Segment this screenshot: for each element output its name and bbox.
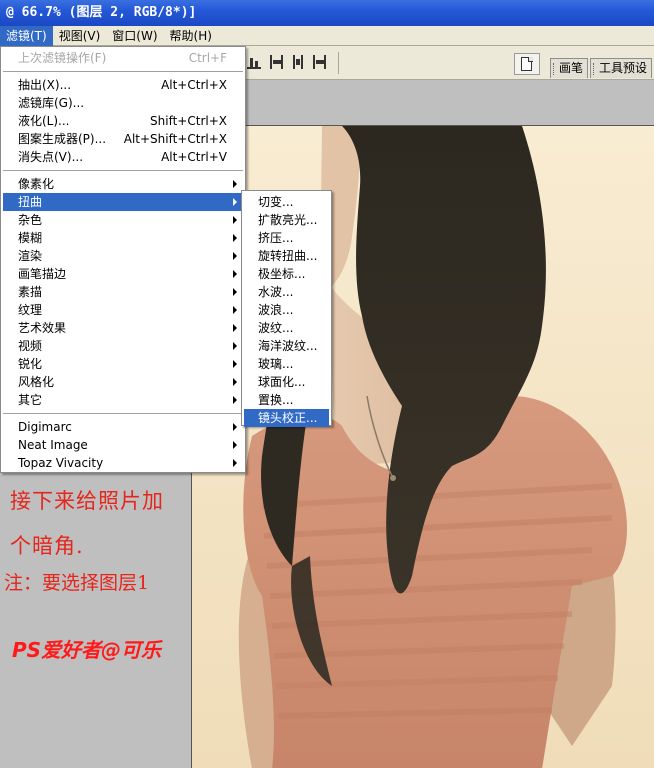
submenu-item-pinch[interactable]: 挤压... [244, 229, 329, 247]
distribute-center-icon[interactable] [290, 54, 306, 70]
submenu-arrow-icon [233, 441, 237, 449]
caption-line-3: 注：要选择图层1 [4, 572, 150, 594]
menu-item-video[interactable]: 视频 [3, 337, 243, 355]
submenu-arrow-icon [233, 198, 237, 206]
menu-item-stylize[interactable]: 风格化 [3, 373, 243, 391]
submenu-arrow-icon [233, 252, 237, 260]
submenu-item-displace[interactable]: 置换... [244, 391, 329, 409]
submenu-item-spherize[interactable]: 球面化... [244, 373, 329, 391]
menu-item-distort[interactable]: 扭曲 [3, 193, 243, 211]
author-signature: PS爱好者@可乐 [12, 638, 162, 662]
menu-item-blur[interactable]: 模糊 [3, 229, 243, 247]
submenu-item-ocean-ripple[interactable]: 海洋波纹... [244, 337, 329, 355]
menu-filter[interactable]: 滤镜(T) [0, 25, 53, 46]
menu-item-pixelate[interactable]: 像素化 [3, 175, 243, 193]
tab-tool-presets[interactable]: 工具预设 [590, 58, 653, 78]
submenu-item-lens-correction[interactable]: 镜头校正... [244, 409, 329, 427]
caption-line-2: 个暗角. [10, 534, 84, 558]
submenu-arrow-icon [233, 396, 237, 404]
menu-item-brush-strokes[interactable]: 画笔描边 [3, 265, 243, 283]
submenu-item-shear[interactable]: 切变... [244, 193, 329, 211]
menu-item-artistic[interactable]: 艺术效果 [3, 319, 243, 337]
submenu-arrow-icon [233, 360, 237, 368]
submenu-item-diffuse-glow[interactable]: 扩散亮光... [244, 211, 329, 229]
menu-item-sketch[interactable]: 素描 [3, 283, 243, 301]
submenu-item-wave[interactable]: 波浪... [244, 301, 329, 319]
window-title-bar: @ 66.7% (图层 2, RGB/8*)] [0, 0, 654, 26]
submenu-arrow-icon [233, 459, 237, 467]
menu-separator [3, 413, 243, 414]
menu-view[interactable]: 视图(V) [53, 26, 107, 46]
submenu-arrow-icon [233, 288, 237, 296]
align-bottom-icon[interactable] [246, 54, 262, 70]
menu-item-vanishing-point[interactable]: 消失点(V)... Alt+Ctrl+V [3, 148, 243, 166]
menu-separator [3, 170, 243, 171]
submenu-arrow-icon [233, 216, 237, 224]
submenu-item-polar-coordinates[interactable]: 极坐标... [244, 265, 329, 283]
submenu-item-zigzag[interactable]: 水波... [244, 283, 329, 301]
submenu-item-glass[interactable]: 玻璃... [244, 355, 329, 373]
menu-item-neat-image[interactable]: Neat Image [3, 436, 243, 454]
toolbar-separator [338, 52, 339, 74]
menu-item-extract[interactable]: 抽出(X)... Alt+Ctrl+X [3, 76, 243, 94]
submenu-item-ripple[interactable]: 波纹... [244, 319, 329, 337]
document-icon[interactable] [514, 53, 540, 75]
menu-item-other[interactable]: 其它 [3, 391, 243, 409]
submenu-arrow-icon [233, 423, 237, 431]
menu-item-filter-gallery[interactable]: 滤镜库(G)... [3, 94, 243, 112]
submenu-item-twirl[interactable]: 旋转扭曲... [244, 247, 329, 265]
menu-item-texture[interactable]: 纹理 [3, 301, 243, 319]
submenu-arrow-icon [233, 378, 237, 386]
menu-item-topaz-vivacity[interactable]: Topaz Vivacity [3, 454, 243, 472]
menu-item-liquify[interactable]: 液化(L)... Shift+Ctrl+X [3, 112, 243, 130]
align-buttons [246, 54, 328, 70]
menu-separator [3, 71, 243, 72]
menu-window[interactable]: 窗口(W) [106, 26, 163, 46]
filter-menu: 上次滤镜操作(F) Ctrl+F 抽出(X)... Alt+Ctrl+X 滤镜库… [0, 46, 246, 473]
distribute-left-icon[interactable] [268, 54, 284, 70]
menu-item-digimarc[interactable]: Digimarc [3, 418, 243, 436]
menu-item-sharpen[interactable]: 锐化 [3, 355, 243, 373]
palette-tabs: 画笔 工具预设 [550, 58, 654, 78]
submenu-arrow-icon [233, 234, 237, 242]
menu-item-noise[interactable]: 杂色 [3, 211, 243, 229]
tab-brushes[interactable]: 画笔 [550, 58, 589, 78]
submenu-arrow-icon [233, 306, 237, 314]
caption-line-1: 接下来给照片加 [10, 489, 164, 513]
menu-item-last-filter: 上次滤镜操作(F) Ctrl+F [18, 51, 227, 65]
submenu-arrow-icon [233, 270, 237, 278]
menu-item-render[interactable]: 渲染 [3, 247, 243, 265]
menu-help[interactable]: 帮助(H) [164, 26, 218, 46]
menu-item-pattern-maker[interactable]: 图案生成器(P)... Alt+Shift+Ctrl+X [3, 130, 243, 148]
submenu-arrow-icon [233, 180, 237, 188]
submenu-arrow-icon [233, 342, 237, 350]
submenu-arrow-icon [233, 324, 237, 332]
distort-submenu: 切变... 扩散亮光... 挤压... 旋转扭曲... 极坐标... 水波...… [241, 190, 332, 427]
menu-bar: 滤镜(T) 视图(V) 窗口(W) 帮助(H) [0, 25, 654, 46]
distribute-right-icon[interactable] [312, 54, 328, 70]
window-title: @ 66.7% (图层 2, RGB/8*)] [6, 5, 197, 20]
